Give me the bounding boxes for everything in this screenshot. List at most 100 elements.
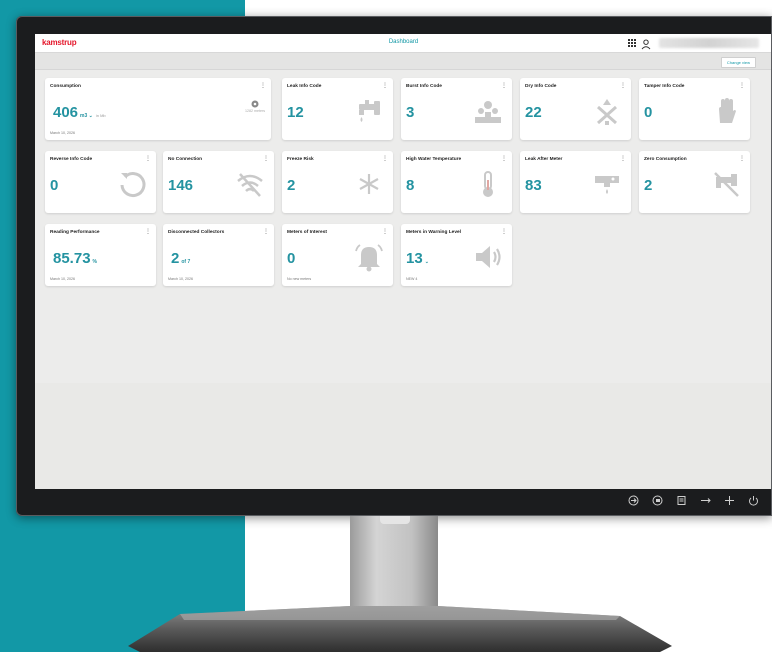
tile-meters-of-interest[interactable]: Meters of Interest ⋮ 0 No new meters — [282, 224, 393, 286]
tile-title: Reverse Info Code — [50, 157, 93, 162]
tile-title: Disconnected Collectors — [168, 230, 225, 235]
tile-value: 3 — [406, 104, 415, 121]
tile-title: Burst Info Code — [406, 84, 442, 89]
tile-title: Meters in Warning Level — [406, 230, 461, 235]
apps-grid-icon[interactable] — [628, 39, 636, 47]
tile-value: 12 — [287, 104, 304, 121]
tile-title: Meters of Interest — [287, 230, 327, 235]
tile-unit: of 7 — [181, 259, 191, 265]
pip-icon[interactable] — [651, 494, 664, 507]
kebab-menu-icon[interactable]: ⋮ — [739, 83, 745, 89]
tile-title: Freeze Risk — [287, 157, 314, 162]
snowflake-icon — [353, 168, 385, 200]
tile-reading-performance[interactable]: Reading Performance ⋮ 85.73% March 10, 2… — [45, 224, 156, 286]
burst-icon — [472, 95, 504, 127]
tile-value: 406 m3 ⌄ in Mb — [53, 104, 106, 121]
kebab-menu-icon[interactable]: ⋮ — [382, 229, 388, 235]
tile-consumption[interactable]: Consumption ⋮ 406 m3 ⌄ in Mb 1282 meters M… — [45, 78, 271, 140]
tile-meters-in-warning-level[interactable]: Meters in Warning Level ⋮ 13 ⌄ NEW 4 — [401, 224, 512, 286]
pipe-leak-icon — [591, 168, 623, 200]
no-wifi-icon — [234, 168, 266, 200]
meter-count: 1282 meters — [245, 100, 265, 113]
tile-title: Reading Performance — [50, 230, 100, 235]
tile-no-connection[interactable]: No Connection ⋮ 146 — [163, 151, 274, 213]
tile-dry-info-code[interactable]: Dry Info Code ⋮ 22 — [520, 78, 631, 140]
arrow-right-icon[interactable] — [723, 494, 736, 507]
kebab-menu-icon[interactable]: ⋮ — [501, 229, 507, 235]
kebab-menu-icon[interactable]: ⋮ — [260, 83, 266, 89]
zero-consumption-icon — [710, 168, 742, 200]
hand-icon — [710, 95, 742, 127]
faucet-drip-icon — [353, 95, 385, 127]
kebab-menu-icon[interactable]: ⋮ — [382, 156, 388, 162]
tile-date: March 10, 2026 — [50, 277, 75, 281]
kebab-menu-icon[interactable]: ⋮ — [501, 83, 507, 89]
tile-note: NEW 4 — [406, 277, 418, 281]
toolbar: Change view — [35, 53, 772, 70]
tile-disconnected-collectors[interactable]: Disconnected Collectors ⋮ 2 of 7 March 10… — [163, 224, 274, 286]
monitor-stand-base — [120, 606, 680, 652]
tile-leak-info-code[interactable]: Leak Info Code ⋮ 12 — [282, 78, 393, 140]
kebab-menu-icon[interactable]: ⋮ — [263, 229, 269, 235]
kebab-menu-icon[interactable]: ⋮ — [501, 156, 507, 162]
kebab-menu-icon[interactable]: ⋮ — [145, 156, 151, 162]
speaker-icon — [472, 241, 504, 273]
kebab-menu-icon[interactable]: ⋮ — [620, 156, 626, 162]
tile-reverse-info-code[interactable]: Reverse Info Code ⋮ 0 — [45, 151, 156, 213]
kebab-menu-icon[interactable]: ⋮ — [739, 156, 745, 162]
tile-value: 83 — [525, 177, 542, 194]
kebab-menu-icon[interactable]: ⋮ — [263, 156, 269, 162]
tile-value: 2 — [644, 177, 653, 194]
kebab-menu-icon[interactable]: ⋮ — [145, 229, 151, 235]
tile-value: 0 — [50, 177, 59, 194]
top-bar: kamstrup Dashboard — [35, 34, 772, 53]
tile-date: March 10, 2026 — [50, 131, 75, 135]
reverse-icon — [116, 168, 148, 200]
tile-title: Leak Info Code — [287, 84, 322, 89]
tile-high-water-temperature[interactable]: High Water Temperature ⋮ 8 — [401, 151, 512, 213]
tile-unit: % — [92, 259, 97, 265]
tile-unit[interactable]: m3 ⌄ — [80, 113, 93, 119]
power-icon[interactable] — [747, 494, 760, 507]
arrow-left-icon[interactable] — [699, 494, 712, 507]
tile-burst-info-code[interactable]: Burst Info Code ⋮ 3 — [401, 78, 512, 140]
monitor-stand-neck — [350, 516, 438, 616]
user-name-blurred[interactable] — [659, 38, 759, 48]
tile-note: No new meters — [287, 277, 312, 281]
tile-value: 8 — [406, 177, 415, 194]
user-icon[interactable] — [641, 37, 651, 50]
tile-tamper-info-code[interactable]: Tamper Info Code ⋮ 0 — [639, 78, 750, 140]
tile-title: Consumption — [50, 84, 81, 89]
tile-value: 146 — [168, 177, 194, 194]
tile-sub: in Mb — [95, 113, 106, 118]
tile-freeze-risk[interactable]: Freeze Risk ⋮ 2 — [282, 151, 393, 213]
bell-icon — [353, 241, 385, 273]
tile-leak-after-meter[interactable]: Leak After Meter ⋮ 83 — [520, 151, 631, 213]
tile-title: High Water Temperature — [406, 157, 462, 162]
tile-title: Zero Consumption — [644, 157, 687, 162]
tile-title: Leak After Meter — [525, 157, 563, 162]
tile-value: 13 ⌄ — [406, 250, 429, 267]
tile-value: 0 — [287, 250, 296, 267]
tile-title: No Connection — [168, 157, 203, 162]
meter-icon — [251, 100, 259, 108]
tile-date: March 10, 2026 — [168, 277, 193, 281]
tile-value: 2 of 7 — [171, 250, 191, 267]
tile-value: 22 — [525, 104, 542, 121]
kebab-menu-icon[interactable]: ⋮ — [382, 83, 388, 89]
tile-unit[interactable]: ⌄ — [425, 259, 429, 265]
tile-zero-consumption[interactable]: Zero Consumption ⋮ 2 — [639, 151, 750, 213]
tile-title: Dry Info Code — [525, 84, 557, 89]
kebab-menu-icon[interactable]: ⋮ — [620, 83, 626, 89]
screen-lower-area — [35, 383, 772, 489]
cable-slot — [380, 516, 410, 524]
monitor-control-strip — [35, 489, 772, 516]
tile-value: 85.73% — [53, 250, 97, 267]
tile-value: 2 — [287, 177, 296, 194]
menu-icon[interactable] — [675, 494, 688, 507]
tile-title: Tamper Info Code — [644, 84, 685, 89]
thermometer-icon — [472, 168, 504, 200]
input-source-icon[interactable] — [627, 494, 640, 507]
tile-value: 0 — [644, 104, 653, 121]
change-view-button[interactable]: Change view — [720, 57, 756, 68]
